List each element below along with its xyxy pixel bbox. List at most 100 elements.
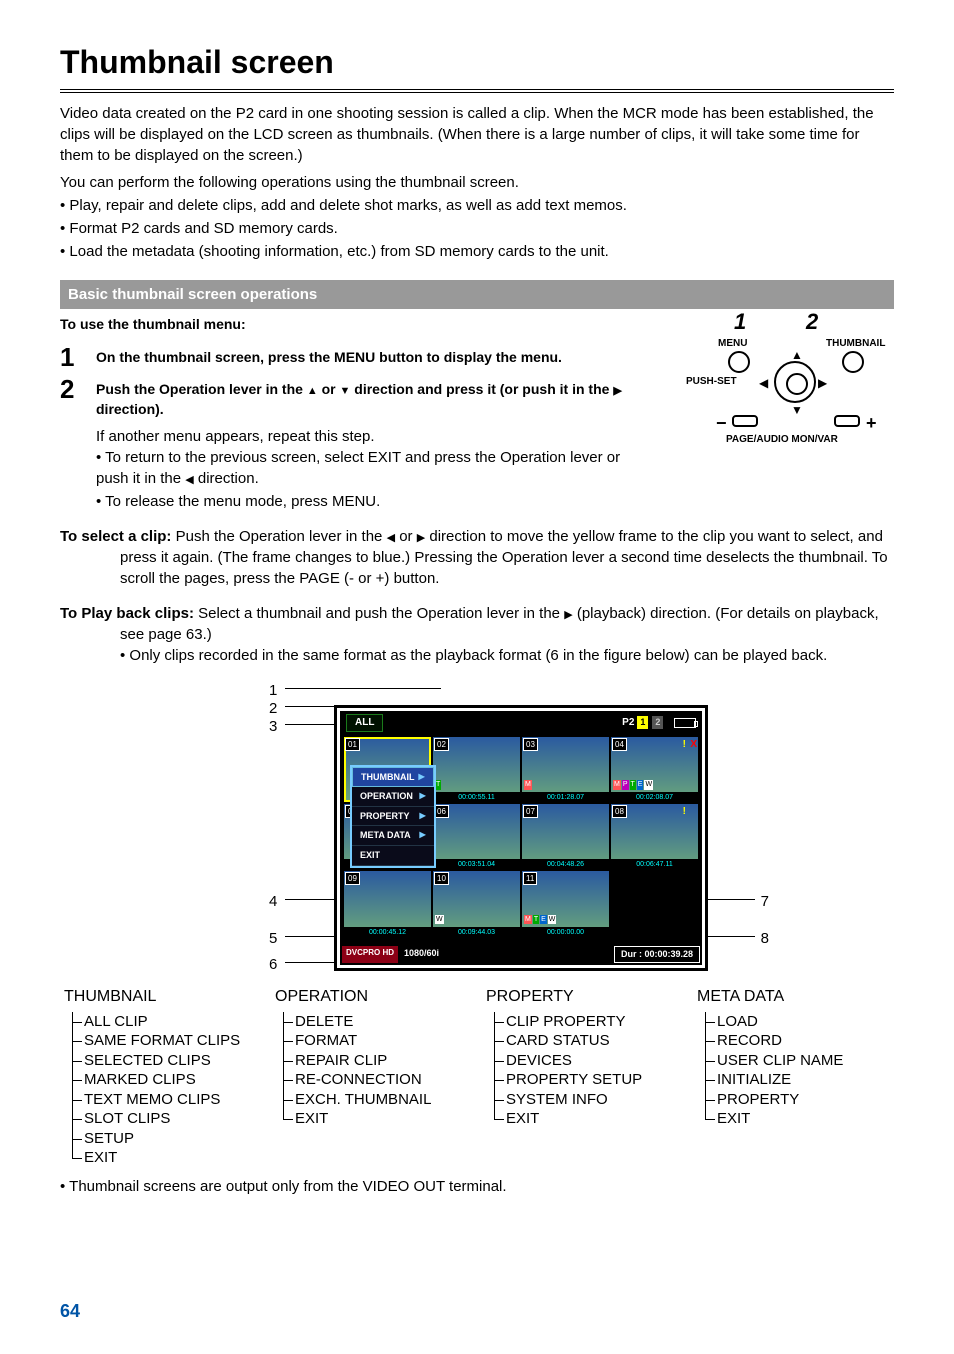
triangle-right-icon (417, 528, 425, 545)
triangle-right-icon (564, 605, 572, 622)
p2-status: P2 1 2 (622, 714, 696, 732)
menu-button-icon (728, 351, 750, 373)
menu-item: RE-CONNECTION (295, 1070, 468, 1090)
step-number-1: 1 (60, 344, 96, 370)
menu-col-thumbnail: THUMBNAIL ALL CLIP SAME FORMAT CLIPS SEL… (64, 986, 257, 1168)
menu-item: SELECTED CLIPS (84, 1051, 257, 1071)
arrow-down-icon: ▼ (791, 402, 803, 419)
thumb-cell-empty (611, 871, 698, 936)
popup-item-thumbnail: THUMBNAIL▶ (352, 767, 434, 788)
step-2-sub: To release the menu mode, press MENU. (96, 491, 656, 512)
popup-item-metadata: META DATA▶ (352, 826, 434, 846)
triangle-left-icon (185, 470, 193, 487)
thumb-cell: 0900:00:45.12 (344, 871, 431, 936)
thumb-cell: 0600:03:51.04 (433, 804, 520, 869)
menu-item: ALL CLIP (84, 1012, 257, 1032)
intro-bullet: Load the metadata (shooting information,… (60, 241, 894, 262)
step-2-sub: To return to the previous screen, select… (96, 447, 656, 489)
menu-item: EXIT (506, 1109, 679, 1129)
menu-item: FORMAT (295, 1031, 468, 1051)
p2-slot-1: 1 (636, 715, 649, 730)
thumb-cell: 02T00:00:55.11 (433, 737, 520, 802)
menu-head: THUMBNAIL (64, 986, 257, 1008)
popup-menu: THUMBNAIL▶ OPERATION▶ PROPERTY▶ META DAT… (350, 765, 436, 868)
triangle-up-icon (307, 381, 318, 397)
step-2-detail: If another menu appears, repeat this ste… (96, 426, 656, 447)
page-title: Thumbnail screen (60, 40, 894, 93)
thumbnail-grid: 01 02T00:00:55.11 03M00:01:28.07 04X!MPT… (340, 735, 702, 939)
menu-label: MENU (718, 337, 747, 351)
intro-paragraph: Video data created on the P2 card in one… (60, 103, 894, 166)
diagram-callout-1: 1 (734, 307, 746, 338)
menu-item: SLOT CLIPS (84, 1109, 257, 1129)
thumb-cell: 03M00:01:28.07 (522, 737, 609, 802)
page-minus-button-icon (732, 415, 758, 427)
thumb-cell: 08!00:06:47.11 (611, 804, 698, 869)
step-number-2: 2 (60, 376, 96, 402)
menu-item: SETUP (84, 1129, 257, 1149)
figure-callout: 3 (269, 716, 277, 737)
control-panel-diagram: 1 2 MENU THUMBNAIL PUSH-SET PAGE/AUDIO M… (686, 307, 906, 467)
arrow-left-icon: ◀ (759, 375, 768, 392)
minus-icon: − (716, 411, 727, 436)
menu-col-operation: OPERATION DELETE FORMAT REPAIR CLIP RE-C… (275, 986, 468, 1168)
menu-item: DELETE (295, 1012, 468, 1032)
step-2-sublist: To return to the previous screen, select… (96, 447, 656, 512)
menu-item: SYSTEM INFO (506, 1090, 679, 1110)
play-clip-bullet-item: Only clips recorded in the same format a… (120, 645, 894, 666)
thumb-cell: 10W00:09:44.03 (433, 871, 520, 936)
menu-head: META DATA (697, 986, 890, 1008)
menu-tree-row: THUMBNAIL ALL CLIP SAME FORMAT CLIPS SEL… (60, 986, 894, 1168)
figure-callout: 5 (269, 928, 277, 949)
menu-item: INITIALIZE (717, 1070, 890, 1090)
menu-item: SAME FORMAT CLIPS (84, 1031, 257, 1051)
intro-bullets: Play, repair and delete clips, add and d… (60, 195, 894, 262)
leader-line (285, 706, 403, 707)
duration-tag: Dur : 00:00:39.28 (614, 946, 700, 963)
plus-icon: + (866, 411, 877, 436)
menu-col-metadata: META DATA LOAD RECORD USER CLIP NAME INI… (697, 986, 890, 1168)
step-2-text: Push the Operation lever in the or direc… (96, 376, 656, 419)
menu-item: TEXT MEMO CLIPS (84, 1090, 257, 1110)
battery-icon (674, 718, 696, 728)
select-clip-paragraph: To select a clip: Push the Operation lev… (120, 526, 894, 589)
thumb-cell: 0700:04:48.26 (522, 804, 609, 869)
lcd-figure: 1 2 3 4 5 6 7 8 ALL P2 1 2 01 02T00:00:5… (137, 676, 817, 976)
thumb-cell: 11MTEW00:00:00.00 (522, 871, 609, 936)
popup-item-property: PROPERTY▶ (352, 807, 434, 827)
footnote: Thumbnail screens are output only from t… (60, 1176, 894, 1197)
leader-line (285, 688, 441, 689)
thumb-cell: 04X!MPTEW00:02:08.07 (611, 737, 698, 802)
menu-head: OPERATION (275, 986, 468, 1008)
page-audio-label: PAGE/AUDIO MON/VAR (726, 433, 838, 447)
joystick-icon (774, 361, 816, 403)
format-tag: DVCPRO HD (342, 946, 398, 963)
lcd-screen: ALL P2 1 2 01 02T00:00:55.11 03M00:01:28… (337, 708, 705, 968)
arrow-up-icon: ▲ (791, 347, 803, 364)
menu-item: REPAIR CLIP (295, 1051, 468, 1071)
intro-line2: You can perform the following operations… (60, 172, 894, 193)
lcd-status-bar: DVCPRO HD 1080/60i Dur : 00:00:39.28 (340, 944, 702, 965)
filter-all-tag: ALL (346, 714, 383, 732)
popup-item-operation: OPERATION▶ (352, 787, 434, 807)
menu-item: EXIT (295, 1109, 468, 1129)
intro-bullet: Format P2 cards and SD memory cards. (60, 218, 894, 239)
play-clip-bullet: Only clips recorded in the same format a… (120, 645, 894, 666)
thumbnail-label: THUMBNAIL (826, 337, 885, 351)
figure-callout: 7 (761, 891, 769, 912)
figure-callout: 4 (269, 891, 277, 912)
leader-line (697, 899, 755, 900)
menu-item: EXCH. THUMBNAIL (295, 1090, 468, 1110)
menu-item: EXIT (717, 1109, 890, 1129)
diagram-callout-2: 2 (806, 307, 818, 338)
menu-item: DEVICES (506, 1051, 679, 1071)
page-plus-button-icon (834, 415, 860, 427)
menu-item: EXIT (84, 1148, 257, 1168)
menu-item: MARKED CLIPS (84, 1070, 257, 1090)
triangle-right-icon (613, 381, 621, 397)
section-heading-bar: Basic thumbnail screen operations (60, 280, 894, 309)
play-clip-paragraph: To Play back clips: Select a thumbnail a… (120, 603, 894, 645)
figure-callout: 8 (761, 928, 769, 949)
popup-item-exit: EXIT (352, 846, 434, 866)
menu-item: CLIP PROPERTY (506, 1012, 679, 1032)
